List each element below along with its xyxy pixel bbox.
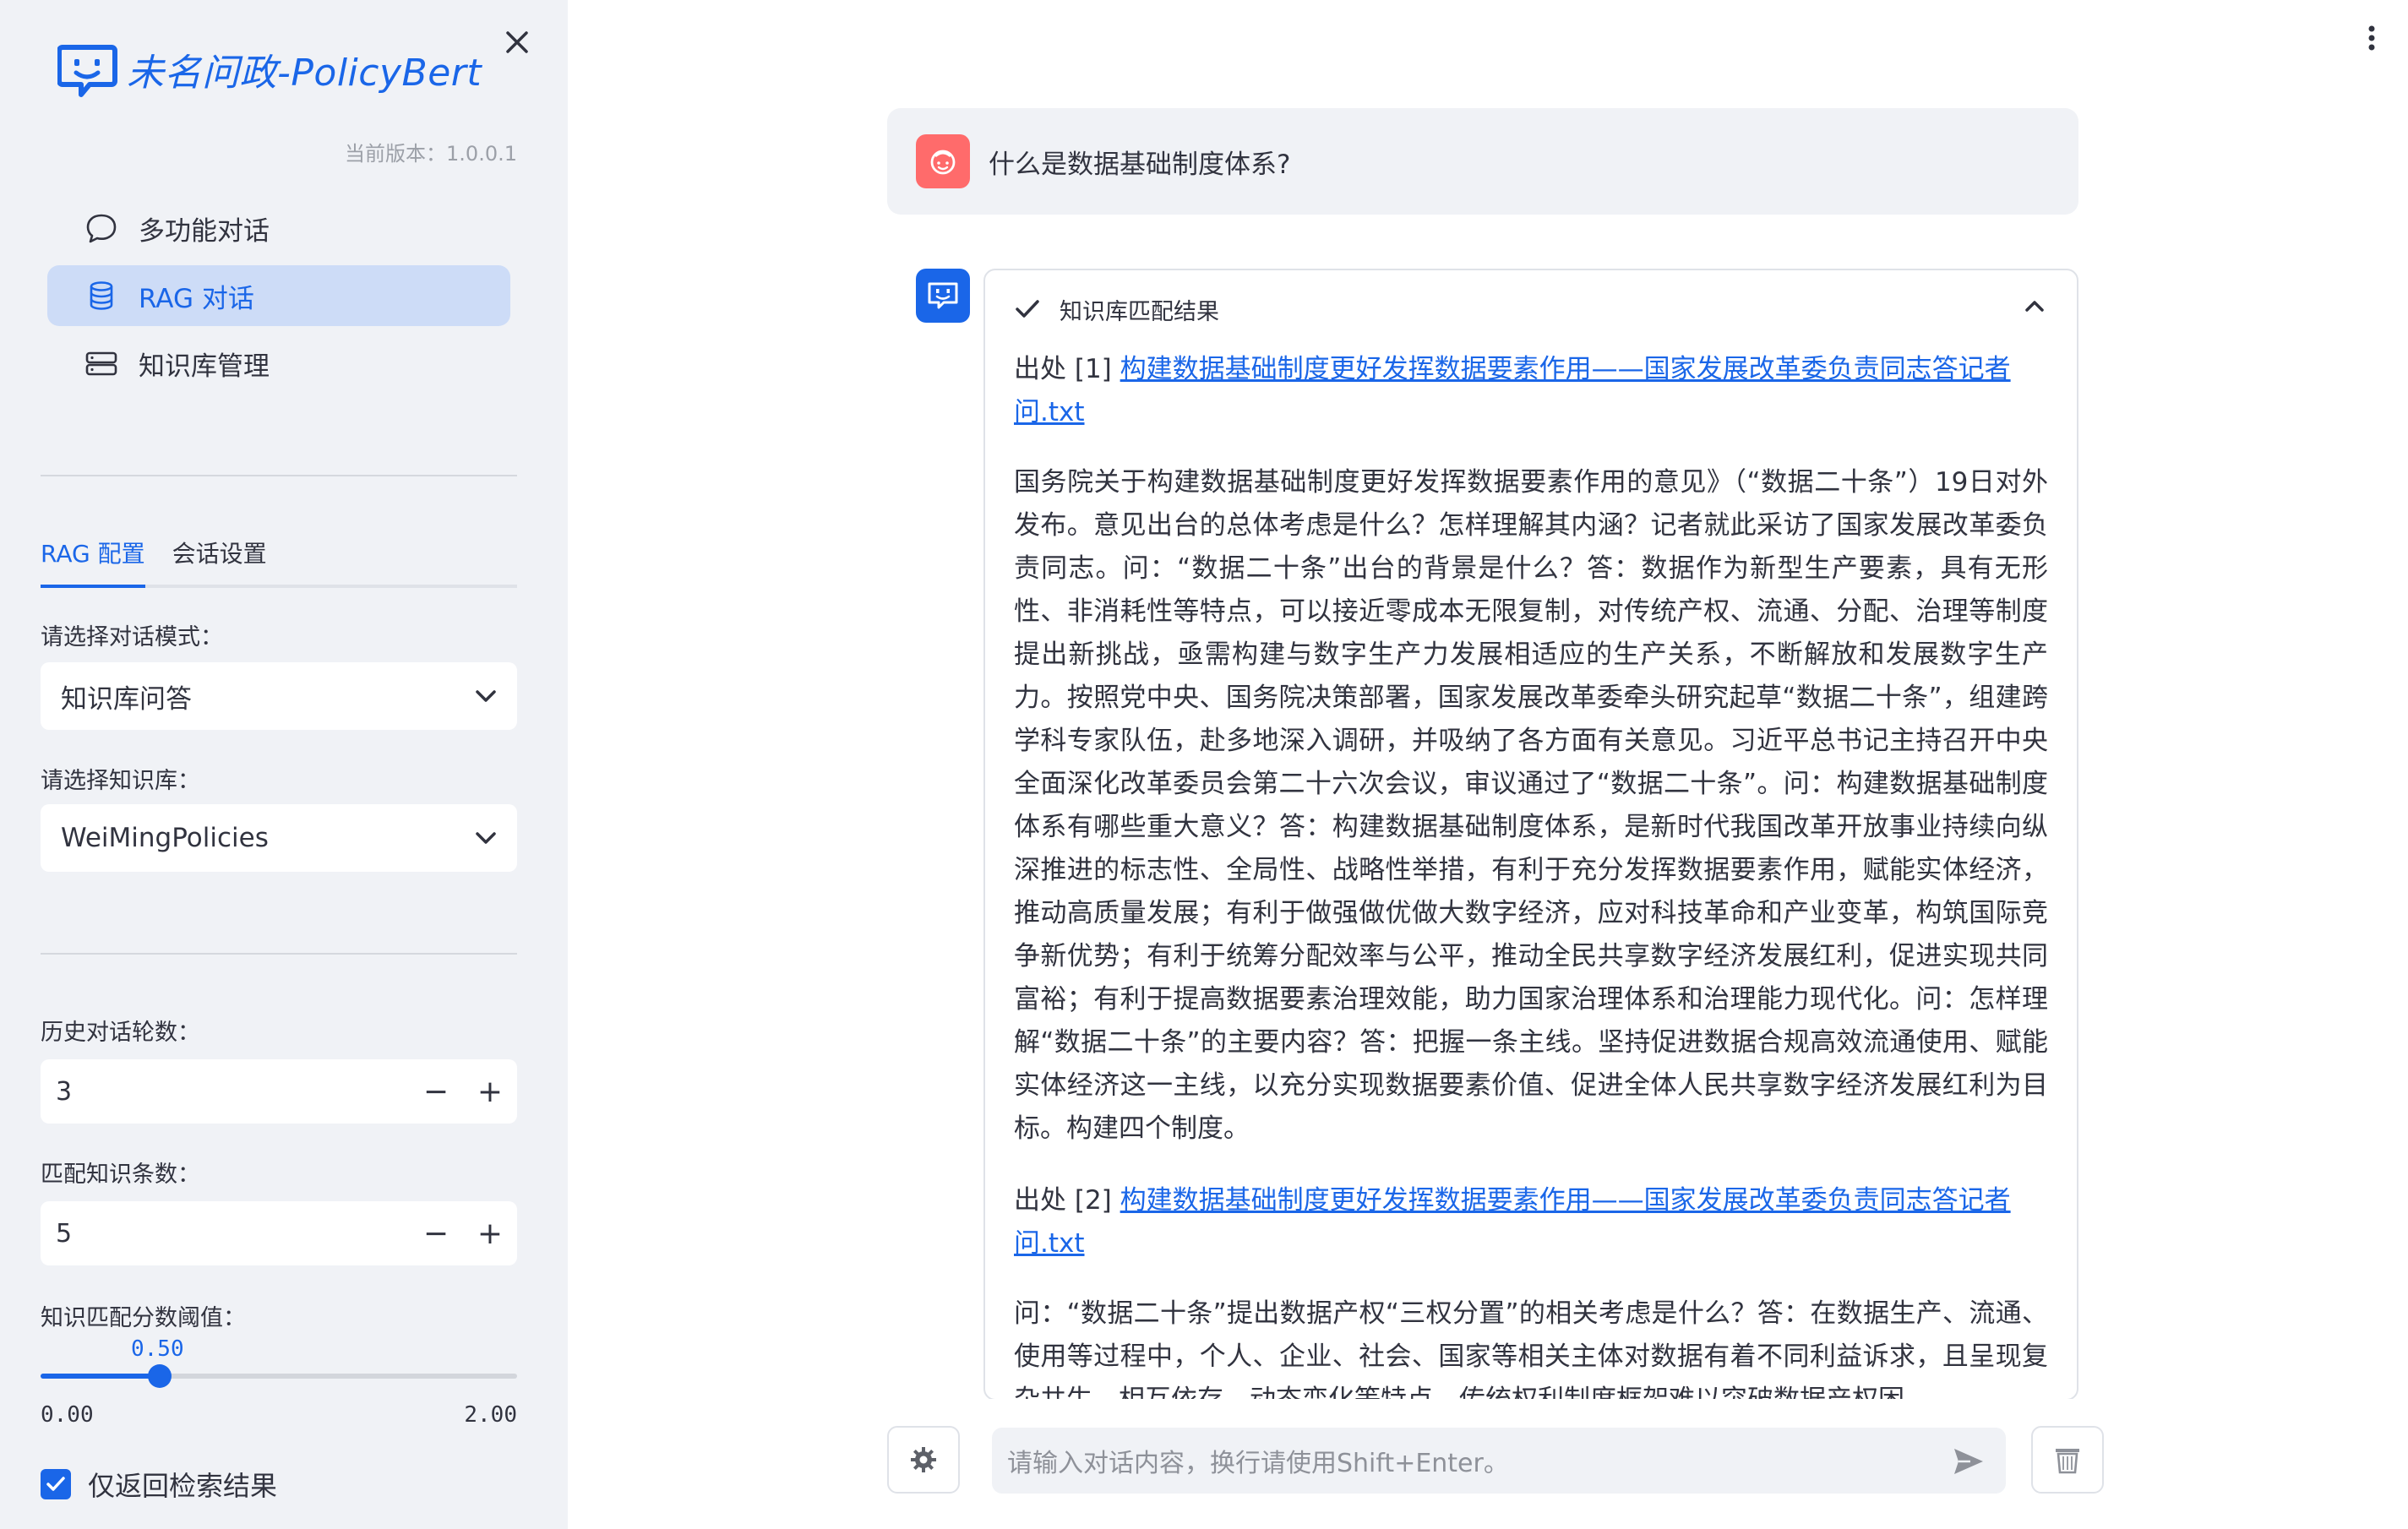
topk-stepper[interactable]: 5 − + [41,1201,517,1265]
topk-label: 匹配知识条数： [41,1162,200,1188]
chat-logo-icon [57,45,117,97]
divider [41,475,517,476]
increment-button[interactable]: + [463,1201,517,1265]
expander-body: 出处 [1] 构建数据基础制度更好发挥数据要素作用——国家发展改革委负责同志答记… [985,348,2077,1401]
expander-header[interactable]: 知识库匹配结果 [985,270,2077,348]
tab-rag-config[interactable]: RAG 配置 [41,532,145,588]
app-logo: 未名问政-PolicyBert [57,41,482,98]
source-link[interactable]: 构建数据基础制度更好发挥数据要素作用——国家发展改革委负责同志答记者问.txt [1014,1185,2011,1259]
decrement-button[interactable]: − [409,1201,463,1265]
database-icon [84,279,118,313]
source-citation: 出处 [2] 构建数据基础制度更好发挥数据要素作用——国家发展改革委负责同志答记… [1014,1179,2048,1265]
assistant-avatar-icon [916,269,970,323]
history-value[interactable]: 3 [41,1077,409,1107]
kb-select[interactable]: WeiMingPolicies [41,804,517,872]
nav-item-kb-management[interactable]: 知识库管理 [47,333,510,394]
kb-results-expander: 知识库匹配结果 出处 [1] 构建数据基础制度更好发挥数据要素作用——国家发展改… [983,269,2078,1401]
app-title: 未名问政-PolicyBert [127,52,482,95]
nav-item-rag-chat[interactable]: RAG 对话 [47,265,510,326]
checkmark-icon [1016,300,1039,318]
threshold-label: 知识匹配分数阈值： [41,1305,246,1331]
settings-tabs: RAG 配置 会话设置 [41,532,517,588]
kb-label: 请选择知识库： [41,768,200,794]
threshold-value: 0.50 [131,1336,184,1362]
mode-select[interactable]: 知识库问答 [41,662,517,730]
user-question: 什么是数据基础制度体系? [989,149,1291,180]
mode-label: 请选择对话模式： [41,624,223,650]
source-citation: 出处 [1] 构建数据基础制度更好发挥数据要素作用——国家发展改革委负责同志答记… [1014,348,2048,434]
increment-button[interactable]: + [463,1059,517,1124]
divider [41,953,517,955]
source-link[interactable]: 构建数据基础制度更好发挥数据要素作用——国家发展改革委负责同志答记者问.txt [1014,354,2011,427]
user-avatar-icon [916,134,970,188]
trash-icon [2056,1449,2079,1474]
tab-session-settings[interactable]: 会话设置 [172,532,267,588]
close-sidebar-button[interactable] [497,22,537,63]
decrement-button[interactable]: − [409,1059,463,1124]
chat-input[interactable]: 请输入对话内容，换行请使用Shift+Enter。 [992,1428,2006,1494]
retrieval-only-checkbox[interactable]: 仅返回检索结果 [41,1465,277,1504]
gear-icon [911,1447,936,1472]
nav-item-label: 多功能对话 [139,215,270,247]
source-prefix: 出处 [1] [1014,354,1120,384]
history-label: 历史对话轮数： [41,1020,200,1046]
nav-item-label: 知识库管理 [139,351,270,382]
topk-value[interactable]: 5 [41,1219,409,1249]
sidebar: 未名问政-PolicyBert 当前版本：1.0.0.1 多功能对话 RAG 对… [0,0,568,1529]
chevron-down-icon [476,832,496,844]
sidebar-nav: 多功能对话 RAG 对话 知识库管理 [47,198,510,400]
close-icon [506,31,528,53]
expander-title: 知识库匹配结果 [1060,298,1219,325]
nav-item-label: RAG 对话 [139,283,254,314]
slider-thumb[interactable] [148,1364,172,1388]
mode-select-value: 知识库问答 [61,683,192,715]
retrieval-only-label: 仅返回检索结果 [88,1470,278,1502]
slider-fill [41,1374,160,1379]
nav-item-multi-chat[interactable]: 多功能对话 [47,198,510,258]
server-icon [84,346,118,380]
settings-button[interactable] [887,1426,960,1494]
chevron-up-icon [2025,301,2044,312]
clear-history-button[interactable] [2031,1426,2104,1494]
chevron-down-icon [476,690,496,702]
user-message: 什么是数据基础制度体系? [887,108,2078,215]
threshold-min: 0.00 [41,1402,94,1428]
source-prefix: 出处 [2] [1014,1185,1120,1216]
version-label: 当前版本：1.0.0.1 [345,142,517,166]
history-stepper[interactable]: 3 − + [41,1059,517,1124]
source-content: 问：“数据二十条”提出数据产权“三权分置”的相关考虑是什么？答：在数据生产、流通… [1014,1298,2048,1401]
threshold-max: 2.00 [464,1402,517,1428]
kb-select-value: WeiMingPolicies [61,823,269,853]
checkbox-checked-icon[interactable] [41,1469,71,1499]
chat-bubble-icon [84,211,118,245]
threshold-slider[interactable] [41,1364,517,1388]
vertical-dots-icon [2368,25,2375,51]
source-content: 国务院关于构建数据基础制度更好发挥数据要素作用的意见》（“数据二十条”）19日对… [1014,467,2048,1144]
more-menu-button[interactable] [2359,22,2384,56]
send-icon[interactable] [1952,1446,1986,1477]
chat-input-placeholder: 请输入对话内容，换行请使用Shift+Enter。 [1007,1449,1509,1478]
